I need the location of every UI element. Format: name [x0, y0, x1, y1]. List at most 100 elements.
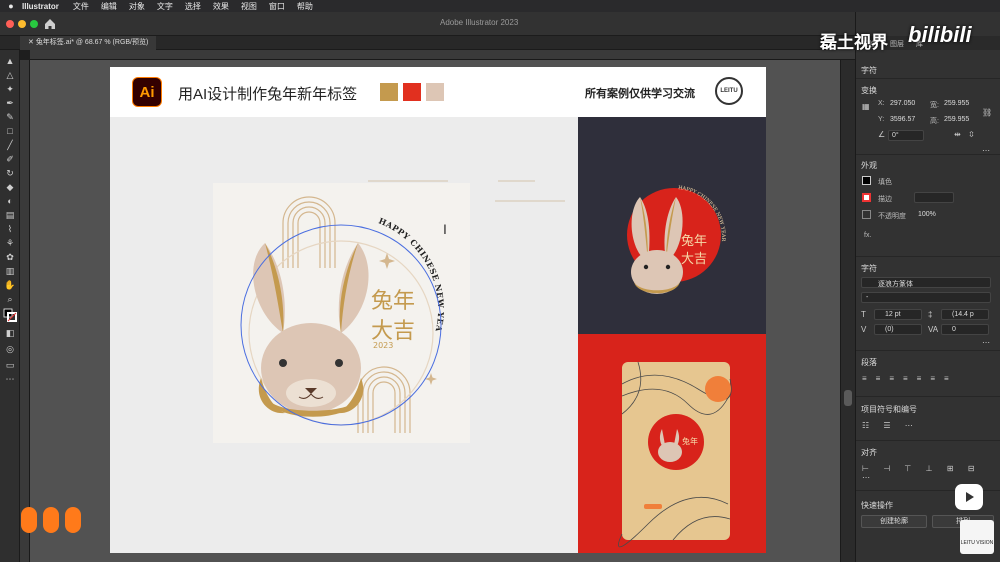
- font-size-field[interactable]: 12 pt: [874, 309, 922, 320]
- eraser-tool-icon[interactable]: ◆: [3, 180, 17, 194]
- menu-type[interactable]: 文字: [157, 1, 173, 12]
- menu-help[interactable]: 帮助: [297, 1, 313, 12]
- artboard-title: 用AI设计制作兔年新年标签: [178, 86, 358, 103]
- fill-label: 填色: [878, 179, 892, 186]
- graph-tool-icon[interactable]: ▥: [3, 264, 17, 278]
- color-mode-icon[interactable]: ◧: [3, 326, 17, 340]
- width-field[interactable]: 259.955: [944, 100, 969, 107]
- create-outlines-button[interactable]: 创建轮廓: [861, 515, 927, 528]
- flip-horizontal-icon[interactable]: ⇹: [954, 130, 961, 139]
- rectangle-tool-icon[interactable]: □: [3, 124, 17, 138]
- more-character-options-icon[interactable]: ⋯: [982, 338, 990, 347]
- h-label: 高:: [930, 118, 939, 125]
- eyedropper-tool-icon[interactable]: ⌇: [3, 222, 17, 236]
- tools-panel: ▲ △ ✦ ✒ ✎ □ ╱ ✐ ↻ ◆ ◐ ▤ ⌇ ⚘ ✿ ▥ ✋ ⌕ ◧ ◎ …: [0, 50, 20, 562]
- package-calligraphy: 兔年: [682, 436, 698, 446]
- close-window-button[interactable]: [6, 20, 14, 28]
- swatch-gold: [380, 83, 398, 101]
- section-bullets: 项目符号和编号: [861, 405, 917, 414]
- menu-file[interactable]: 文件: [73, 1, 89, 12]
- document-tab-label: 兔年标签.ai* @ 68.67 % (RGB/预览): [35, 39, 149, 46]
- window-title: Adobe Illustrator 2023: [440, 18, 519, 27]
- gradient-tool-icon[interactable]: ▤: [3, 208, 17, 222]
- section-paragraph: 段落: [861, 358, 877, 367]
- stroke-label: 描边: [878, 196, 892, 203]
- swatch-beige: [426, 83, 444, 101]
- mac-menu-bar: ● Illustrator 文件 编辑 对象 文字 选择 效果 视图 窗口 帮助: [0, 0, 1000, 12]
- app-menu[interactable]: Illustrator: [22, 2, 59, 11]
- canvas-area[interactable]: Ai 用AI设计制作兔年新年标签 所有案例仅供学习交流 LEITU HAPPY …: [30, 60, 840, 562]
- flip-vertical-icon[interactable]: ⇳: [968, 130, 975, 139]
- curvature-tool-icon[interactable]: ✎: [3, 110, 17, 124]
- orange-brand-dots: [21, 507, 81, 533]
- y-field[interactable]: 3596.57: [890, 116, 915, 123]
- draw-mode-icon[interactable]: ◎: [3, 342, 17, 356]
- video-play-button[interactable]: [955, 484, 983, 510]
- properties-panel: 属性 图层 库 字符 变换 ▦ X: 297.050 宽: 259.955 Y:…: [855, 12, 1000, 562]
- tab-layers[interactable]: 图层: [890, 39, 904, 49]
- shape-builder-tool-icon[interactable]: ◐: [3, 194, 17, 208]
- align-icons[interactable]: ⊢ ⊣ ⊤ ⊥ ⊞ ⊟ ⋯: [862, 464, 1000, 482]
- magic-wand-tool-icon[interactable]: ✦: [3, 82, 17, 96]
- font-style-dropdown[interactable]: -: [861, 292, 991, 303]
- angle-field[interactable]: 0°: [888, 130, 924, 141]
- reference-point-icon[interactable]: ▦: [862, 102, 870, 111]
- swatch-red: [403, 83, 421, 101]
- illustrator-logo: Ai: [132, 77, 162, 107]
- stroke-weight-field[interactable]: [914, 192, 954, 203]
- scrollbar-thumb[interactable]: [844, 390, 852, 406]
- blend-tool-icon[interactable]: ⚘: [3, 236, 17, 250]
- paragraph-align-icons[interactable]: ≡≡≡≡≡≡≡: [862, 374, 958, 383]
- height-field[interactable]: 259.955: [944, 116, 969, 123]
- menu-edit[interactable]: 编辑: [101, 1, 117, 12]
- opacity-icon: [862, 210, 871, 219]
- menu-object[interactable]: 对象: [129, 1, 145, 12]
- zoom-tool-icon[interactable]: ⌕: [3, 292, 17, 306]
- section-appearance: 外观: [861, 161, 877, 170]
- vertical-scrollbar[interactable]: [840, 60, 855, 562]
- font-size-value: 12 pt: [885, 311, 901, 318]
- hand-tool-icon[interactable]: ✋: [3, 278, 17, 292]
- rabbit-label-design[interactable]: HAPPY CHINESE NEW YEAR 兔年 大吉 2023: [209, 175, 470, 443]
- horizontal-ruler[interactable]: [30, 50, 855, 60]
- constrain-proportions-icon[interactable]: ⛓: [982, 108, 992, 117]
- menu-select[interactable]: 选择: [185, 1, 201, 12]
- document-tab[interactable]: ✕ 兔年标签.ai* @ 68.67 % (RGB/预览): [20, 36, 157, 50]
- screen-mode-icon[interactable]: ▭: [3, 358, 17, 372]
- selection-tool-icon[interactable]: ▲: [3, 54, 17, 68]
- menu-view[interactable]: 视图: [241, 1, 257, 12]
- fill-color-swatch[interactable]: [862, 176, 871, 185]
- mockup-calligraphy-top: 兔年: [681, 234, 707, 249]
- tab-close-icon[interactable]: ✕: [28, 39, 36, 46]
- leading-field[interactable]: (14.4 p: [941, 309, 989, 320]
- rabbit-illustration: HAPPY CHINESE NEW YEAR 兔年 大吉 2023: [209, 175, 446, 433]
- menu-effect[interactable]: 效果: [213, 1, 229, 12]
- pen-tool-icon[interactable]: ✒: [3, 96, 17, 110]
- kerning-field[interactable]: (0): [874, 324, 922, 335]
- apple-icon[interactable]: ●: [0, 1, 22, 11]
- bullets-numbering-icons[interactable]: ☷ ☰ ⋯: [862, 421, 919, 430]
- x-field[interactable]: 297.050: [890, 100, 915, 107]
- menu-window[interactable]: 窗口: [269, 1, 285, 12]
- fill-stroke-swatch-icon[interactable]: [3, 308, 17, 322]
- rotate-tool-icon[interactable]: ↻: [3, 166, 17, 180]
- artboard[interactable]: Ai 用AI设计制作兔年新年标签 所有案例仅供学习交流 LEITU HAPPY …: [110, 67, 766, 553]
- font-style-value: -: [866, 294, 869, 301]
- font-family-dropdown[interactable]: 逐浪方篆体: [861, 277, 991, 288]
- home-icon[interactable]: [43, 17, 57, 31]
- paintbrush-tool-icon[interactable]: ╱: [3, 138, 17, 152]
- opacity-label: 不透明度: [878, 213, 906, 220]
- shaper-tool-icon[interactable]: ✐: [3, 152, 17, 166]
- opacity-field[interactable]: 100%: [918, 211, 936, 218]
- minimize-window-button[interactable]: [18, 20, 26, 28]
- stroke-color-swatch[interactable]: [862, 193, 871, 202]
- fx-button[interactable]: fx.: [864, 232, 871, 239]
- vertical-ruler[interactable]: [20, 60, 30, 562]
- illustrator-window: ● Illustrator 文件 编辑 对象 文字 选择 效果 视图 窗口 帮助…: [0, 0, 1000, 562]
- direct-selection-tool-icon[interactable]: △: [3, 68, 17, 82]
- section-character: 字符: [861, 264, 877, 273]
- zoom-window-button[interactable]: [30, 20, 38, 28]
- more-tools-icon[interactable]: ⋯: [3, 372, 17, 386]
- tracking-field[interactable]: 0: [941, 324, 989, 335]
- symbol-sprayer-tool-icon[interactable]: ✿: [3, 250, 17, 264]
